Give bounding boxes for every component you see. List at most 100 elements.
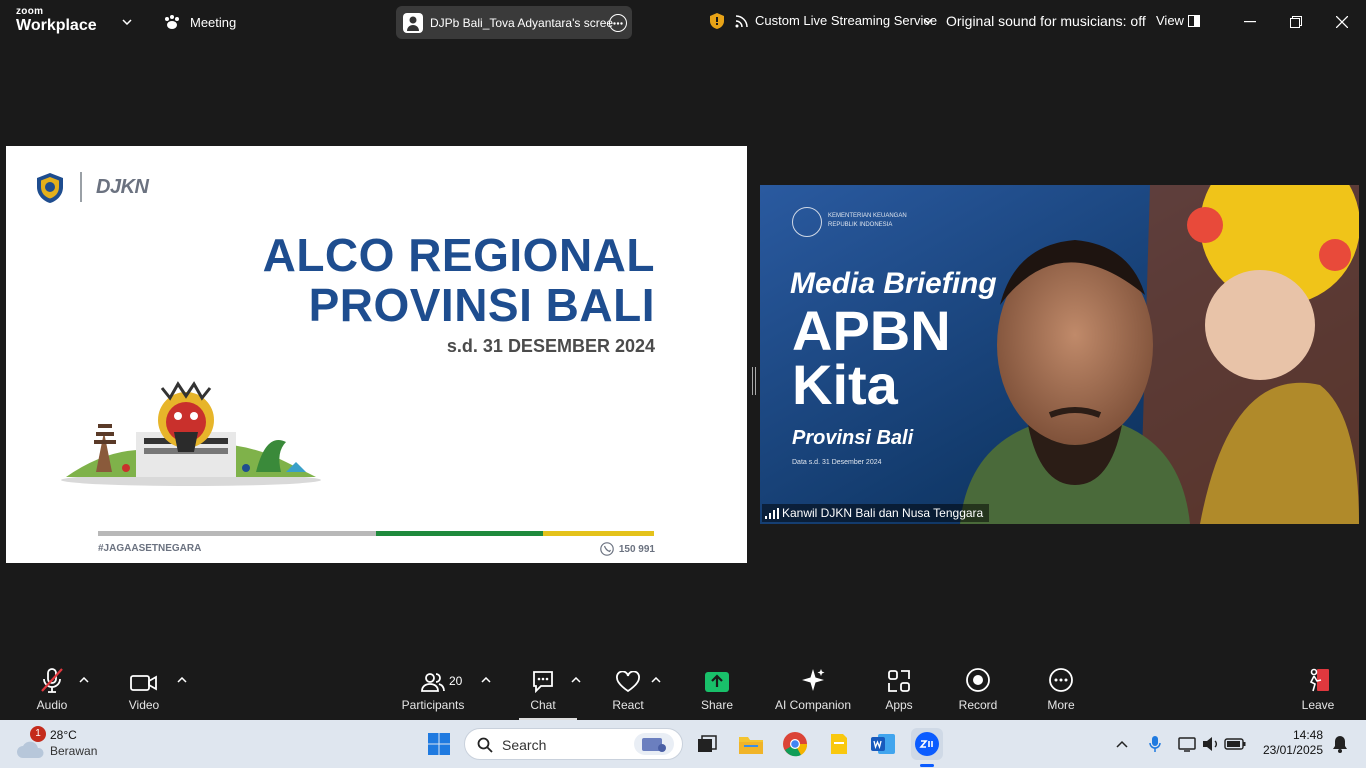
video-options-caret-icon[interactable] <box>175 673 189 687</box>
participant-video-tile[interactable]: KEMENTERIAN KEUANGAN REPUBLIK INDONESIA … <box>760 185 1359 524</box>
system-clock[interactable]: 14:48 23/01/2025 <box>1263 728 1323 758</box>
participants-icon <box>421 661 445 695</box>
search-icon <box>477 737 493 753</box>
streaming-icon <box>734 13 750 29</box>
slide-subtitle: s.d. 31 DESEMBER 2024 <box>446 336 655 356</box>
zoom-active-indicator <box>920 764 934 767</box>
participants-count: 20 <box>449 674 463 688</box>
bg-provinsi-bali: Provinsi Bali <box>792 427 914 449</box>
bg-date: Data s.d. 31 Desember 2024 <box>792 459 882 466</box>
weather-widget[interactable]: 1 28°C Berawan <box>12 726 122 762</box>
chrome-icon[interactable] <box>779 728 811 760</box>
participants-button[interactable]: Participants <box>400 661 466 720</box>
leave-label: Leave <box>1301 698 1335 712</box>
restore-button[interactable] <box>1273 8 1319 36</box>
zoom-workplace-logo: zoom Workplace <box>16 6 97 34</box>
view-menu[interactable]: View <box>1156 13 1184 28</box>
minimize-button[interactable] <box>1227 8 1273 36</box>
more-label: More <box>1047 698 1075 712</box>
brand-top-text: zoom <box>16 6 44 17</box>
chat-icon <box>531 661 555 695</box>
bg-media-briefing: Media Briefing <box>790 267 997 300</box>
network-icon[interactable] <box>1174 728 1200 760</box>
share-screen-icon <box>704 661 730 695</box>
bali-illustration <box>56 372 326 492</box>
clock-date: 23/01/2025 <box>1262 743 1323 757</box>
microphone-tray-icon[interactable] <box>1142 728 1168 760</box>
more-options-icon[interactable] <box>609 14 627 32</box>
task-view-icon[interactable] <box>691 728 723 760</box>
windows-start-icon[interactable] <box>423 728 455 760</box>
bg-header-line2: REPUBLIK INDONESIA <box>828 222 893 228</box>
chat-options-caret-icon[interactable] <box>569 673 583 687</box>
logo-separator <box>80 172 82 202</box>
leave-button[interactable]: Leave <box>1296 661 1340 720</box>
windows-taskbar: 1 28°C Berawan Search 14:48 23/01/2025 <box>0 720 1366 768</box>
apps-label: Apps <box>885 698 913 712</box>
weather-description: Berawan <box>50 744 98 758</box>
volume-icon[interactable] <box>1198 728 1224 760</box>
close-button[interactable] <box>1319 8 1365 36</box>
hotline-number: 150 991 <box>618 543 655 555</box>
file-explorer-icon[interactable] <box>735 728 767 760</box>
streaming-menu[interactable]: Custom Live Streaming Service <box>755 13 937 28</box>
bg-kita: Kita <box>792 353 898 416</box>
audio-button[interactable]: Audio <box>30 661 74 720</box>
chat-button[interactable]: Chat <box>521 661 565 720</box>
notifications-icon[interactable] <box>1328 728 1352 760</box>
meeting-menu[interactable]: Meeting <box>190 15 236 30</box>
battery-icon[interactable] <box>1222 728 1248 760</box>
chevron-down-icon[interactable] <box>120 15 134 29</box>
word-icon[interactable] <box>867 728 899 760</box>
participants-options-caret-icon[interactable] <box>479 673 493 687</box>
kemenkeu-emblem-icon <box>792 207 822 237</box>
share-label: DJPb Bali_Tova Adyantara's scree <box>430 16 614 30</box>
video-label: Video <box>128 698 160 712</box>
bg-ministry-header: KEMENTERIAN KEUANGAN REPUBLIK INDONESIA <box>828 212 907 230</box>
apps-button[interactable]: Apps <box>877 661 921 720</box>
zoom-taskbar-icon[interactable] <box>911 728 943 760</box>
camera-icon <box>130 661 158 695</box>
taskbar-search[interactable]: Search <box>464 728 683 760</box>
phone-icon <box>600 542 614 556</box>
original-sound-toggle[interactable]: Original sound for musicians: off <box>946 13 1146 29</box>
participants-label: Participants <box>401 698 465 712</box>
bg-header-line1: KEMENTERIAN KEUANGAN <box>828 213 907 219</box>
apps-icon <box>887 661 911 695</box>
mic-muted-icon <box>39 661 65 695</box>
bg-apbn: APBN <box>792 299 951 362</box>
chat-label: Chat <box>530 698 556 712</box>
paw-icon[interactable] <box>162 12 182 32</box>
react-button[interactable]: React <box>606 661 650 720</box>
hotline: 150 991 <box>600 542 655 556</box>
shared-screen[interactable]: DJKN ALCO REGIONAL PROVINSI BALI s.d. 31… <box>6 146 747 563</box>
more-button[interactable]: More <box>1039 661 1083 720</box>
screen-share-indicator[interactable]: DJPb Bali_Tova Adyantara's scree <box>396 6 632 39</box>
search-highlight-icon <box>634 733 674 755</box>
chevron-down-icon[interactable] <box>921 15 935 27</box>
bar-segment-yellow <box>543 531 654 536</box>
presenter-avatar <box>403 13 423 33</box>
record-button[interactable]: Record <box>956 661 1000 720</box>
react-label: React <box>612 698 644 712</box>
record-label: Record <box>958 698 998 712</box>
weather-notification-badge: 1 <box>30 726 46 742</box>
notes-icon[interactable] <box>823 728 855 760</box>
hashtag: #JAGAASETNEGARA <box>98 543 202 554</box>
security-shield-icon[interactable] <box>709 12 725 30</box>
record-icon <box>965 661 991 695</box>
video-button[interactable]: Video <box>122 661 166 720</box>
share-label: Share <box>700 698 734 712</box>
brand-bottom-text: Workplace <box>16 17 97 34</box>
sparkle-icon <box>800 661 826 695</box>
show-hidden-icons-caret-icon[interactable] <box>1108 728 1136 760</box>
meeting-controls: Audio Video Participants 20 Chat React S… <box>0 661 1366 720</box>
audio-options-caret-icon[interactable] <box>77 673 91 687</box>
react-options-caret-icon[interactable] <box>649 673 663 687</box>
ai-companion-label: AI Companion <box>774 698 852 712</box>
share-button[interactable]: Share <box>695 661 739 720</box>
ai-companion-button[interactable]: AI Companion <box>770 661 856 720</box>
bar-segment-gray <box>98 531 376 536</box>
weather-temperature: 28°C <box>50 728 77 742</box>
split-view-resize-handle[interactable] <box>752 367 756 395</box>
